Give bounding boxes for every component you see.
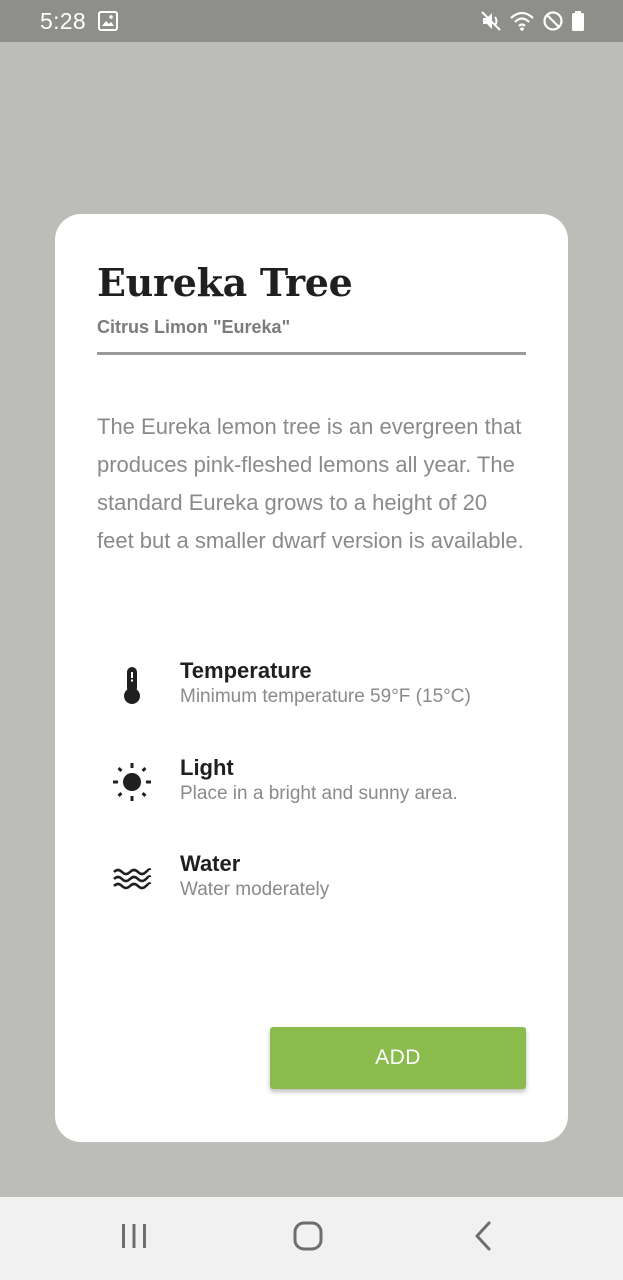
mute-icon: [480, 10, 502, 32]
home-button[interactable]: [268, 1197, 348, 1280]
back-button[interactable]: [443, 1197, 523, 1280]
care-detail-light: Place in a bright and sunny area.: [180, 783, 458, 804]
plant-title: Eureka Tree: [97, 260, 353, 305]
wifi-icon: [509, 10, 535, 32]
home-icon: [293, 1221, 323, 1256]
plant-scientific-name: Citrus Limon "Eureka": [97, 317, 291, 337]
back-icon: [473, 1221, 493, 1256]
status-time: 5:28: [40, 7, 86, 34]
recent-apps-button[interactable]: [94, 1197, 174, 1280]
care-item-light: Light Place in a bright and sunny area.: [97, 755, 537, 815]
add-button[interactable]: ADD: [270, 1027, 526, 1089]
water-waves-icon: [111, 857, 153, 899]
do-not-disturb-icon: [542, 10, 564, 32]
plant-description: The Eureka lemon tree is an evergreen th…: [97, 414, 524, 553]
care-detail-temperature: Minimum temperature 59°F (15°C): [180, 686, 471, 707]
care-detail-water: Water moderately: [180, 879, 330, 900]
image-icon: [97, 11, 118, 31]
care-item-water: Water Water moderately: [97, 851, 537, 911]
navigation-bar: [0, 1197, 623, 1280]
status-left: 5:28: [40, 8, 118, 35]
battery-icon: [571, 10, 585, 32]
status-icons: [480, 10, 585, 32]
recent-apps-icon: [120, 1223, 148, 1254]
thermometer-icon: [111, 664, 153, 706]
care-title-light: Light: [180, 755, 234, 780]
sun-icon: [111, 761, 153, 803]
care-title-temperature: Temperature: [180, 658, 312, 683]
status-bar: 5:28: [0, 0, 623, 42]
plant-card: Eureka Tree Citrus Limon "Eureka" The Eu…: [55, 214, 568, 1142]
care-title-water: Water: [180, 851, 241, 876]
title-divider: [97, 352, 526, 355]
care-item-temperature: Temperature Minimum temperature 59°F (15…: [97, 658, 537, 718]
